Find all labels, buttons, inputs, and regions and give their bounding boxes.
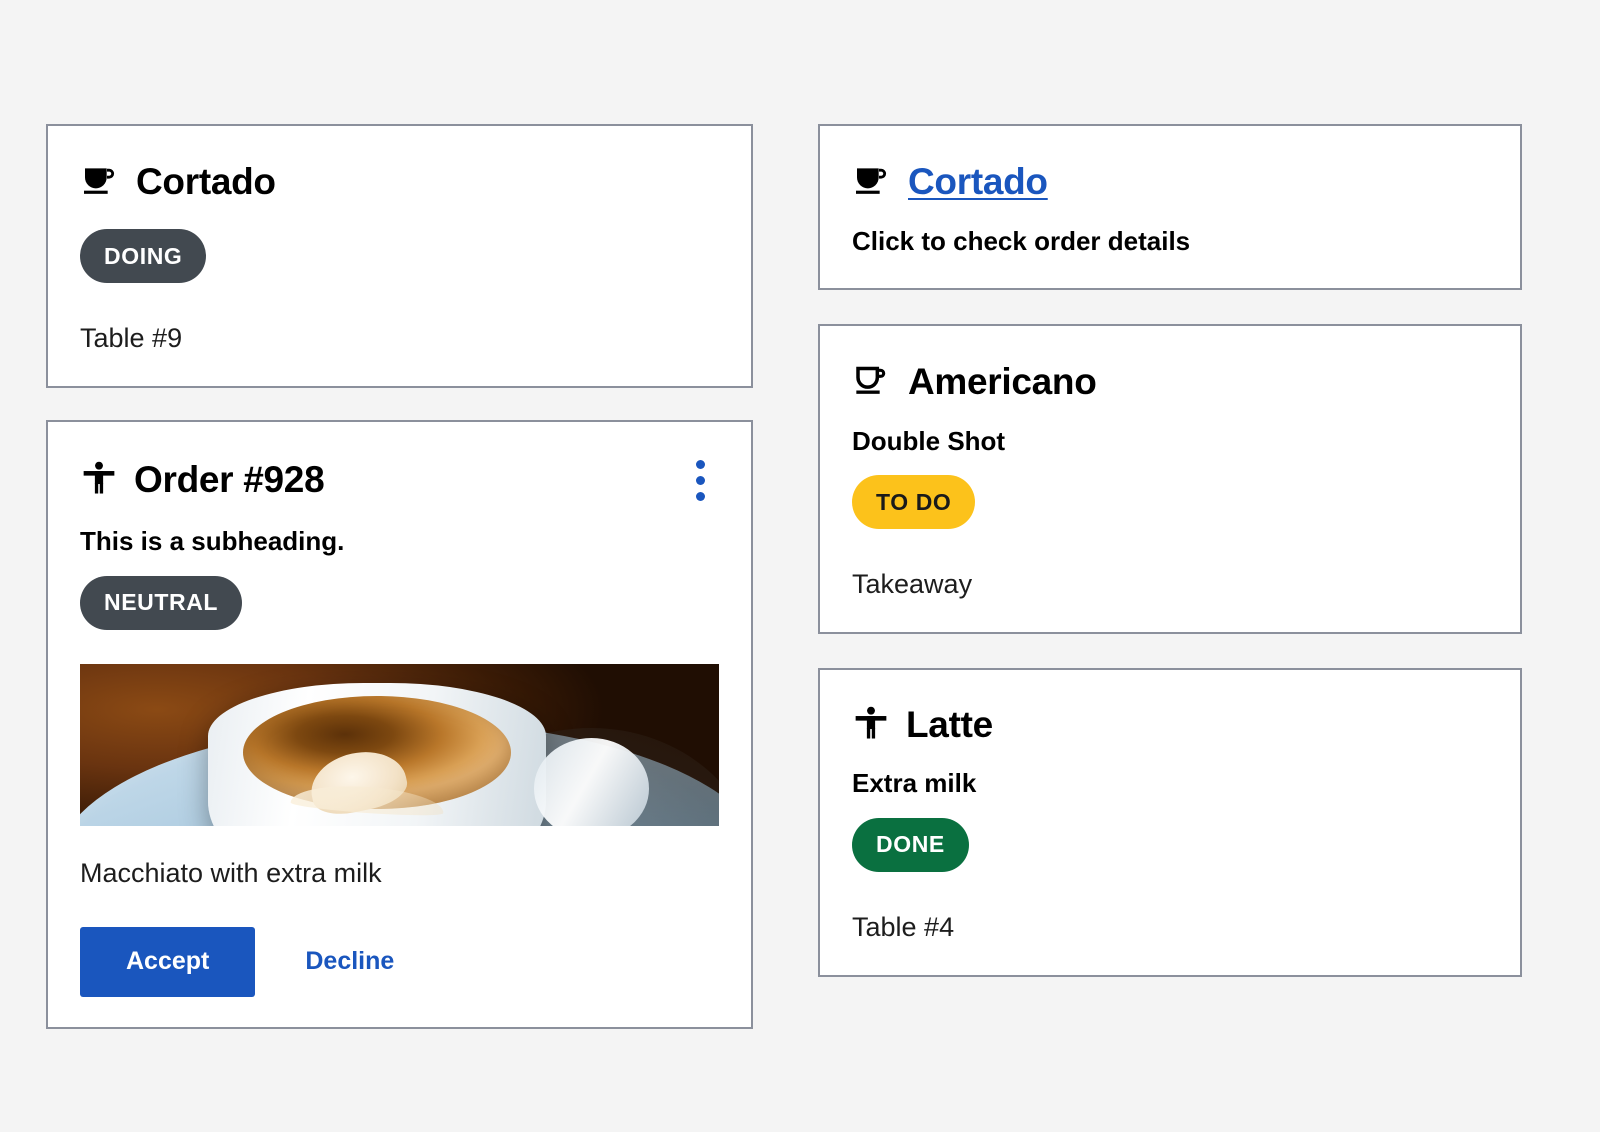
card-title: Latte xyxy=(906,704,993,746)
badge-wrap: TO DO xyxy=(852,475,1488,529)
card-latte[interactable]: Latte Extra milk DONE Table #4 xyxy=(818,668,1522,977)
card-header-left: Cortado xyxy=(80,160,276,205)
card-detail: Table #4 xyxy=(852,911,955,942)
card-detail: Table #9 xyxy=(80,323,183,353)
card-subheading: Extra milk xyxy=(852,768,977,799)
card-americano[interactable]: Americano Double Shot TO DO Takeaway xyxy=(818,323,1522,635)
coffee-cup-outline-icon xyxy=(852,360,892,405)
coffee-cup-filled-icon xyxy=(80,160,120,205)
card-header-left: Cortado xyxy=(852,160,1048,205)
card-order-928[interactable]: Order #928 This is a subheading. NEUTRAL xyxy=(46,420,753,1029)
status-badge: TO DO xyxy=(852,475,976,529)
badge-wrap: DONE xyxy=(852,817,1488,872)
card-header: Latte xyxy=(852,704,1488,747)
card-title: Order #928 xyxy=(134,459,325,501)
card-title: Cortado xyxy=(136,161,276,203)
card-header-left: Latte xyxy=(852,704,993,747)
status-badge: DONE xyxy=(852,817,969,872)
accessibility-person-icon xyxy=(852,704,890,747)
badge-wrap: NEUTRAL xyxy=(80,575,719,630)
card-header-left: Americano xyxy=(852,360,1097,405)
status-badge: NEUTRAL xyxy=(80,575,243,630)
card-hint: Click to check order details xyxy=(852,226,1191,256)
status-badge: DOING xyxy=(80,229,207,283)
app-root: Cortado DOING Table #9 Order #928 This i… xyxy=(0,0,1600,1132)
card-title: Americano xyxy=(908,360,1097,402)
decline-button[interactable]: Decline xyxy=(277,927,422,997)
card-header: Americano xyxy=(852,360,1488,405)
card-header: Order #928 xyxy=(80,456,719,505)
accept-button[interactable]: Accept xyxy=(80,926,256,997)
card-header: Cortado xyxy=(852,160,1488,205)
card-cortado-link[interactable]: Cortado Click to check order details xyxy=(818,124,1522,290)
card-subheading: This is a subheading. xyxy=(80,526,345,557)
card-description: Macchiato with extra milk xyxy=(80,857,382,888)
accessibility-person-icon xyxy=(80,459,118,502)
card-header-left: Order #928 xyxy=(80,459,325,502)
card-cortado-doing[interactable]: Cortado DOING Table #9 xyxy=(46,124,753,389)
card-detail: Takeaway xyxy=(852,569,973,599)
card-actions: Accept Decline xyxy=(80,926,719,997)
card-header: Cortado xyxy=(80,160,719,205)
card-title-link[interactable]: Cortado xyxy=(908,161,1048,203)
right-column: Cortado Click to check order details Ame… xyxy=(818,124,1522,977)
card-subheading: Double Shot xyxy=(852,425,1006,456)
badge-wrap: DOING xyxy=(80,229,719,283)
coffee-cup-photo xyxy=(80,663,719,826)
kebab-menu-icon[interactable] xyxy=(686,456,715,505)
left-column: Cortado DOING Table #9 Order #928 This i… xyxy=(46,124,753,1029)
coffee-cup-filled-icon xyxy=(852,160,892,205)
